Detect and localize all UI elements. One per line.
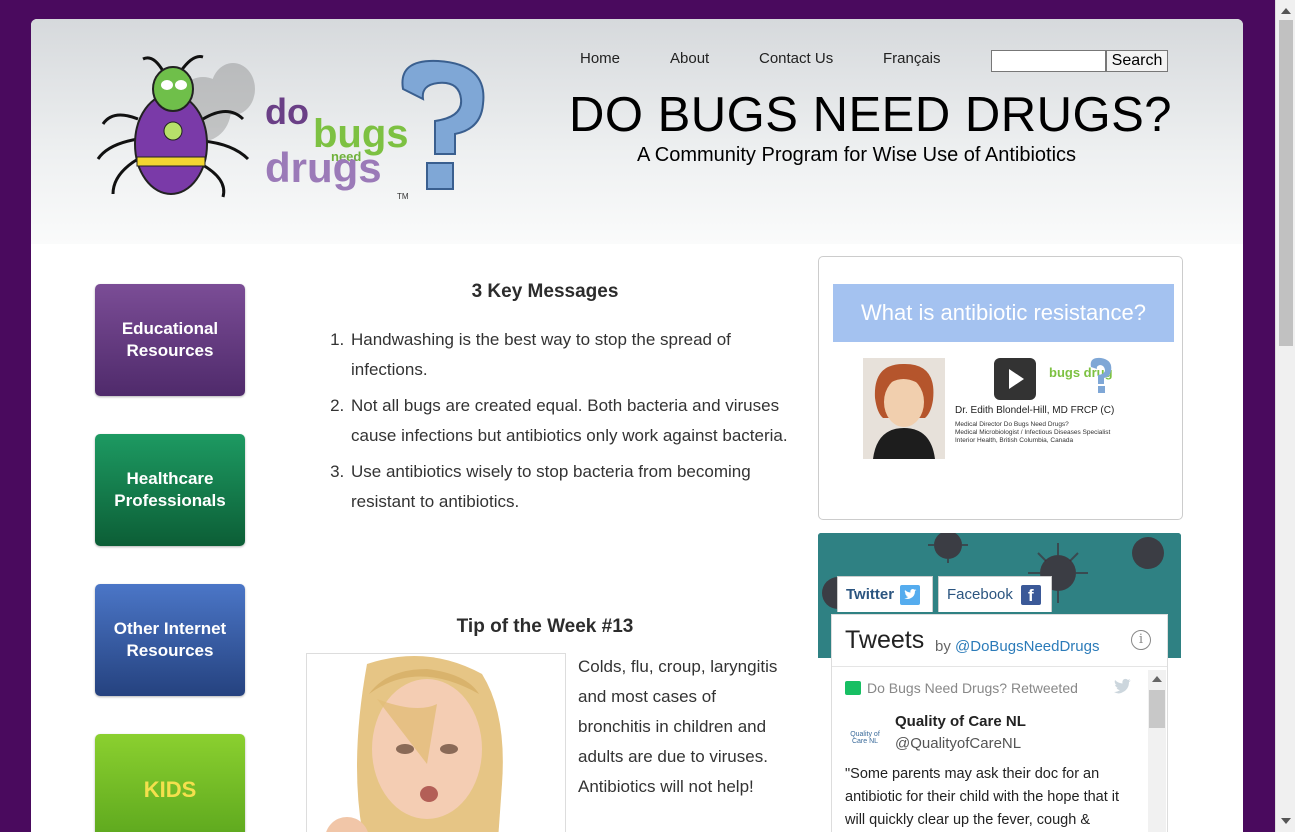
author-avatar[interactable]: Quality of Care NL (845, 718, 885, 758)
site-header: do bugs need drugs TM Home About Contact… (31, 19, 1243, 244)
search-input[interactable] (991, 50, 1106, 72)
tab-twitter-label: Twitter (846, 586, 895, 603)
nav-home[interactable]: Home (580, 50, 620, 67)
svg-text:drugs: drugs (265, 144, 382, 191)
retweet-label[interactable]: Do Bugs Need Drugs? Retweeted (867, 680, 1078, 696)
site-subtitle: A Community Program for Wise Use of Anti… (637, 144, 1077, 166)
key-message-item: Use antibiotics wisely to stop bacteria … (349, 457, 789, 517)
scroll-up-icon[interactable] (1281, 8, 1291, 14)
nav-about[interactable]: About (670, 50, 709, 67)
retweet-icon (845, 681, 861, 695)
doctor-details: Medical Director Do Bugs Need Drugs? Med… (955, 421, 1111, 444)
site-logo[interactable]: do bugs need drugs TM (93, 49, 493, 209)
other-internet-resources-label: Other Internet Resources (113, 619, 227, 660)
facebook-icon: f (1020, 584, 1041, 605)
page-scrollbar[interactable] (1275, 0, 1295, 832)
nav-contact-us[interactable]: Contact Us (759, 50, 833, 67)
tab-facebook-label: Facebook (947, 586, 1013, 603)
tweets-handle-link[interactable]: @DoBugsNeedDrugs (955, 638, 1099, 655)
educational-resources-label: Educational Resources (121, 319, 219, 360)
play-button[interactable] (994, 358, 1036, 400)
video-banner: What is antibiotic resistance? (833, 284, 1174, 342)
kids-label: KIDS (143, 777, 197, 802)
svg-text:TM: TM (397, 192, 409, 201)
educational-resources-button[interactable]: Educational Resources (95, 284, 245, 396)
site-title: DO BUGS NEED DRUGS? (569, 88, 1173, 142)
healthcare-professionals-label: Healthcare Professionals (114, 469, 226, 510)
twitter-icon (900, 584, 921, 605)
other-internet-resources-button[interactable]: Other Internet Resources (95, 584, 245, 696)
tweet-text: "Some parents may ask their doc for an a… (845, 766, 1120, 828)
key-messages-heading: 3 Key Messages (471, 281, 619, 302)
twitter-timeline[interactable]: Tweets by @DoBugsNeedDrugs i Do Bugs Nee… (831, 614, 1168, 832)
author-handle[interactable]: @QualityofCareNL (895, 735, 1021, 752)
mini-logo: bugs drugs (1049, 357, 1113, 393)
scroll-down-icon[interactable] (1281, 818, 1291, 824)
tweets-by: by @DoBugsNeedDrugs (935, 638, 1100, 655)
healthcare-professionals-button[interactable]: Healthcare Professionals (95, 434, 245, 546)
info-icon[interactable]: i (1131, 630, 1151, 650)
key-message-item: Handwashing is the best way to stop the … (349, 325, 789, 385)
sick-child-image (306, 653, 566, 832)
key-messages-list: Handwashing is the best way to stop the … (349, 325, 789, 523)
nav-francais[interactable]: Français (883, 50, 941, 67)
tab-twitter[interactable]: Twitter (837, 576, 933, 612)
doctor-name: Dr. Edith Blondel-Hill, MD FRCP (C) (955, 405, 1115, 416)
tip-heading: Tip of the Week #13 (456, 616, 634, 637)
tweets-header: Tweets by @DoBugsNeedDrugs i (832, 615, 1167, 667)
page-container: do bugs need drugs TM Home About Contact… (31, 19, 1243, 832)
key-message-item: Not all bugs are created equal. Both bac… (349, 391, 789, 451)
kids-button[interactable]: KIDS (95, 734, 245, 832)
page-scrollbar-thumb[interactable] (1279, 20, 1293, 346)
scrollbar-thumb[interactable] (1149, 690, 1165, 728)
tab-facebook[interactable]: Facebook f (938, 576, 1052, 612)
scroll-up-arrow-icon[interactable] (1152, 676, 1162, 682)
search-button[interactable]: Search (1106, 50, 1168, 72)
video-box[interactable]: What is antibiotic resistance? bugs drug… (818, 256, 1183, 520)
doctor-photo (863, 358, 945, 459)
tweets-title: Tweets (845, 626, 925, 654)
author-name[interactable]: Quality of Care NL (895, 713, 1026, 730)
retweet-line: Do Bugs Need Drugs? Retweeted (845, 680, 1078, 696)
tweets-scrollbar[interactable] (1148, 670, 1166, 832)
svg-text:do: do (265, 91, 309, 132)
twitter-bird-icon[interactable] (1113, 678, 1133, 696)
tip-text: Colds, flu, croup, laryngitis and most c… (578, 657, 778, 796)
